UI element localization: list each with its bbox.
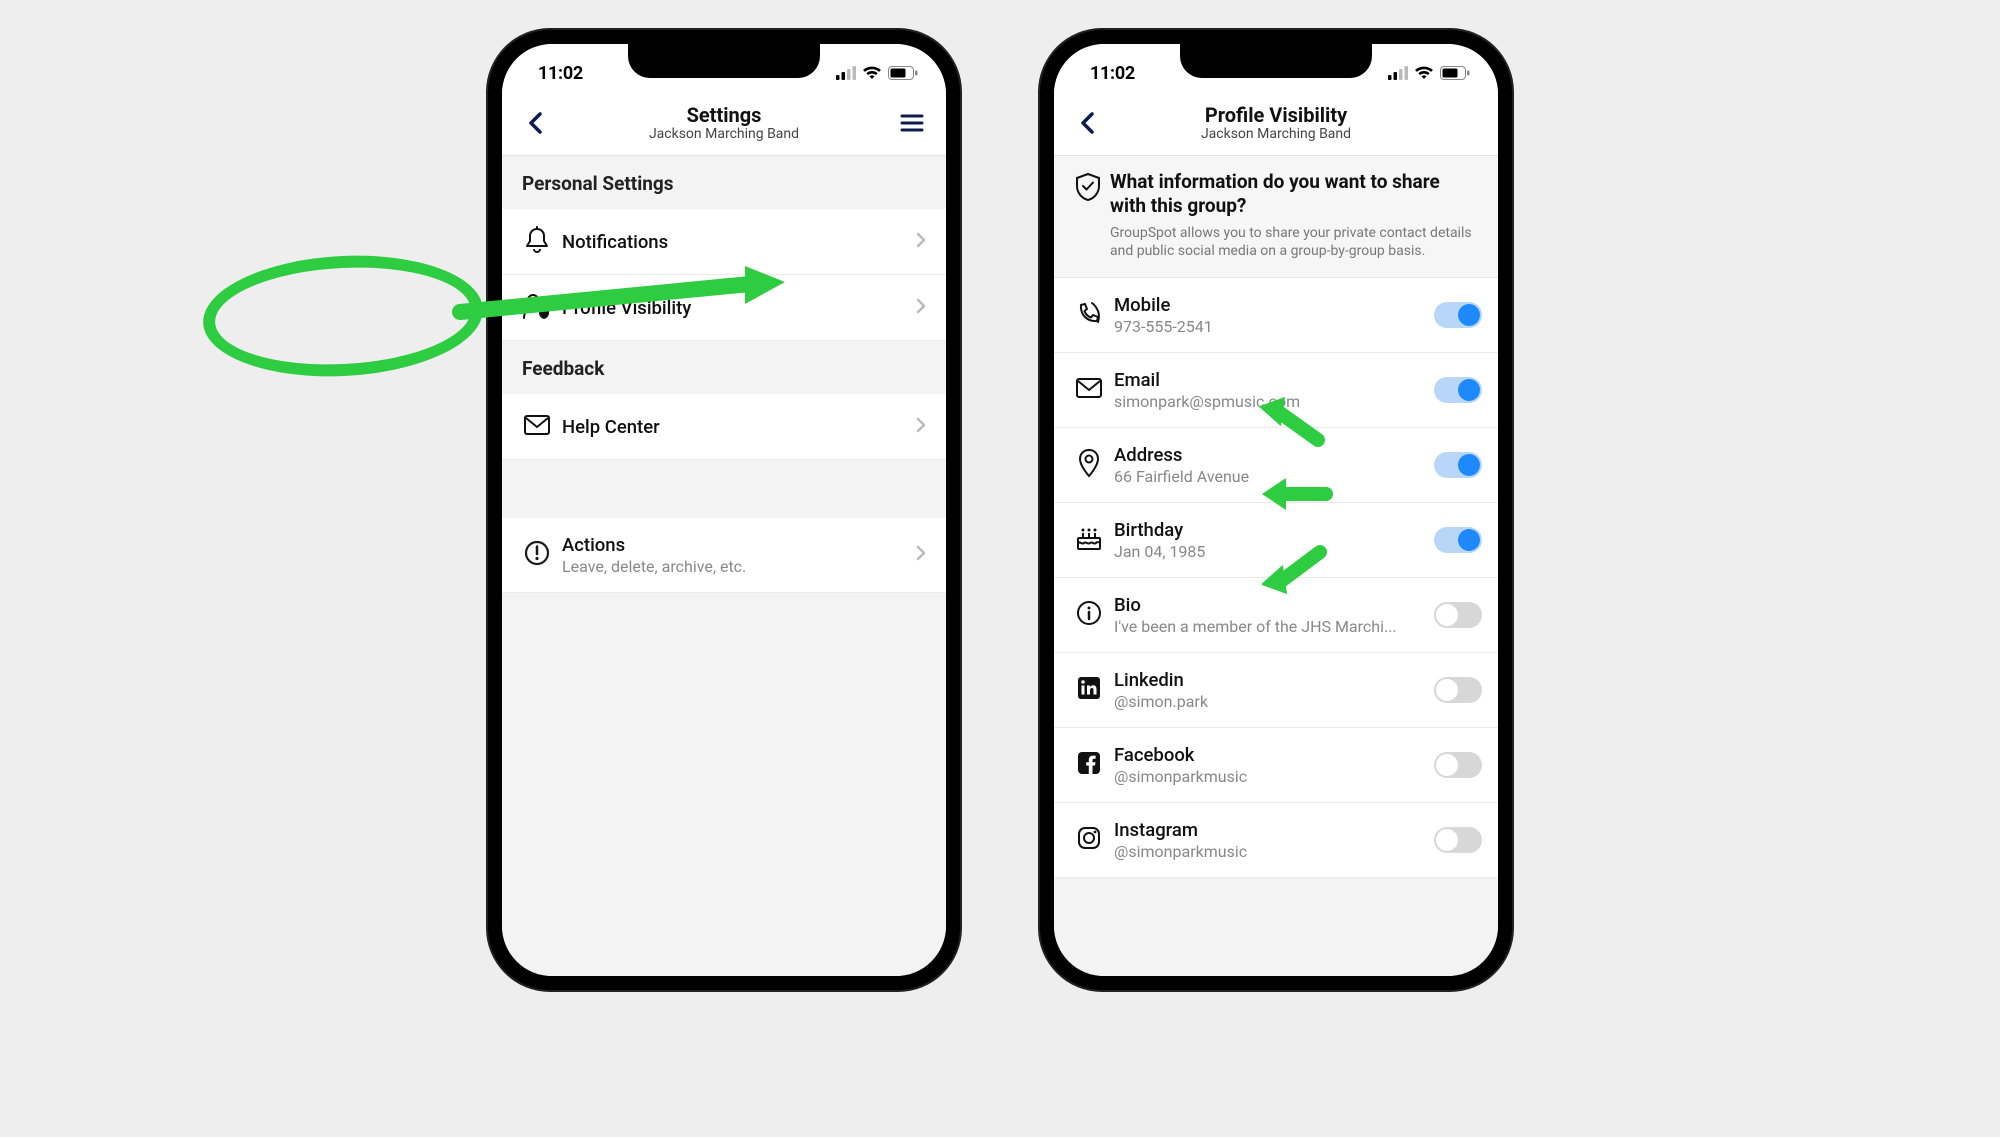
row-sub: Leave, delete, archive, etc.: [562, 557, 912, 576]
instagram-toggle[interactable]: [1434, 827, 1482, 853]
address-row: Address 66 Fairfield Avenue: [1054, 428, 1498, 503]
shield-check-icon: [1074, 172, 1102, 261]
row-value: 66 Fairfield Avenue: [1114, 467, 1434, 486]
bio-toggle[interactable]: [1434, 602, 1482, 628]
visibility-header: What information do you want to share wi…: [1054, 156, 1498, 278]
status-indicators: [1388, 66, 1470, 80]
row-value: 973-555-2541: [1114, 317, 1434, 336]
nav-header-visibility: Profile Visibility Jackson Marching Band: [1054, 96, 1498, 156]
cellular-icon: [1388, 66, 1408, 80]
screen-settings: 11:02 Settings Jackson Marching Band Per…: [502, 44, 946, 976]
row-label: Instagram: [1114, 819, 1434, 841]
info-icon: [1076, 600, 1102, 630]
back-button[interactable]: [520, 107, 552, 139]
envelope-icon: [1075, 377, 1103, 403]
row-value: I've been a member of the JHS Marchi...: [1114, 617, 1434, 636]
status-indicators: [836, 66, 918, 80]
wifi-icon: [1414, 66, 1434, 80]
row-value: @simon.park: [1114, 692, 1434, 711]
help-center-row[interactable]: Help Center: [502, 394, 946, 460]
row-label: Bio: [1114, 594, 1434, 616]
email-row: Email simonpark@spmusic.com: [1054, 353, 1498, 428]
notch: [628, 44, 820, 78]
row-value: @simonparkmusic: [1114, 842, 1434, 861]
row-label: Address: [1114, 444, 1434, 466]
notifications-row[interactable]: Notifications: [502, 209, 946, 275]
row-value: @simonparkmusic: [1114, 767, 1434, 786]
status-time: 11:02: [538, 63, 583, 84]
envelope-icon: [523, 414, 551, 440]
chevron-right-icon: [912, 298, 930, 318]
row-value: Jan 04, 1985: [1114, 542, 1434, 561]
phone-icon: [1076, 300, 1102, 330]
cellular-icon: [836, 66, 856, 80]
facebook-icon: [1076, 750, 1102, 780]
annotation-circle: [200, 249, 486, 383]
row-label: Facebook: [1114, 744, 1434, 766]
row-label: Birthday: [1114, 519, 1434, 541]
chevron-right-icon: [912, 417, 930, 437]
person-shield-icon: [522, 292, 552, 324]
hamburger-menu-button[interactable]: [896, 107, 928, 139]
bio-row: Bio I've been a member of the JHS Marchi…: [1054, 578, 1498, 653]
map-pin-icon: [1078, 448, 1100, 482]
section-personal: Personal Settings: [502, 156, 946, 209]
birthday-row: Birthday Jan 04, 1985: [1054, 503, 1498, 578]
row-label: Mobile: [1114, 294, 1434, 316]
nav-title: Settings: [649, 103, 799, 127]
nav-title: Profile Visibility: [1201, 103, 1351, 127]
chevron-right-icon: [912, 545, 930, 565]
status-time: 11:02: [1090, 63, 1135, 84]
nav-header-settings: Settings Jackson Marching Band: [502, 96, 946, 156]
settings-content[interactable]: Personal Settings Notifications Profile …: [502, 156, 946, 976]
chevron-right-icon: [912, 232, 930, 252]
linkedin-row: Linkedin @simon.park: [1054, 653, 1498, 728]
nav-subtitle: Jackson Marching Band: [1201, 126, 1351, 142]
birthday-icon: [1075, 524, 1103, 556]
battery-icon: [1440, 66, 1470, 80]
row-label: Help Center: [562, 416, 912, 438]
bell-icon: [524, 226, 550, 258]
instagram-icon: [1076, 825, 1102, 855]
visibility-question: What information do you want to share wi…: [1110, 170, 1480, 218]
phone-visibility: 11:02 Profile Visibility Jackson Marchin…: [1040, 30, 1512, 990]
warning-icon: [523, 539, 551, 571]
mobile-toggle[interactable]: [1434, 302, 1482, 328]
row-label: Email: [1114, 369, 1434, 391]
phone-settings: 11:02 Settings Jackson Marching Band Per…: [488, 30, 960, 990]
facebook-toggle[interactable]: [1434, 752, 1482, 778]
spacer: [502, 460, 946, 518]
back-button[interactable]: [1072, 107, 1104, 139]
row-label: Linkedin: [1114, 669, 1434, 691]
row-label: Actions: [562, 534, 912, 556]
actions-row[interactable]: Actions Leave, delete, archive, etc.: [502, 518, 946, 593]
linkedin-toggle[interactable]: [1434, 677, 1482, 703]
address-toggle[interactable]: [1434, 452, 1482, 478]
row-value: simonpark@spmusic.com: [1114, 392, 1434, 411]
notch: [1180, 44, 1372, 78]
linkedin-icon: [1076, 675, 1102, 705]
visibility-content[interactable]: What information do you want to share wi…: [1054, 156, 1498, 976]
profile-visibility-row[interactable]: Profile Visibility: [502, 275, 946, 341]
visibility-desc: GroupSpot allows you to share your priva…: [1110, 224, 1480, 262]
battery-icon: [888, 66, 918, 80]
nav-subtitle: Jackson Marching Band: [649, 126, 799, 142]
section-feedback: Feedback: [502, 341, 946, 394]
instagram-row: Instagram @simonparkmusic: [1054, 803, 1498, 878]
email-toggle[interactable]: [1434, 377, 1482, 403]
facebook-row: Facebook @simonparkmusic: [1054, 728, 1498, 803]
row-label: Notifications: [562, 231, 912, 253]
screen-visibility: 11:02 Profile Visibility Jackson Marchin…: [1054, 44, 1498, 976]
birthday-toggle[interactable]: [1434, 527, 1482, 553]
row-label: Profile Visibility: [562, 297, 912, 319]
wifi-icon: [862, 66, 882, 80]
mobile-row: Mobile 973-555-2541: [1054, 278, 1498, 353]
